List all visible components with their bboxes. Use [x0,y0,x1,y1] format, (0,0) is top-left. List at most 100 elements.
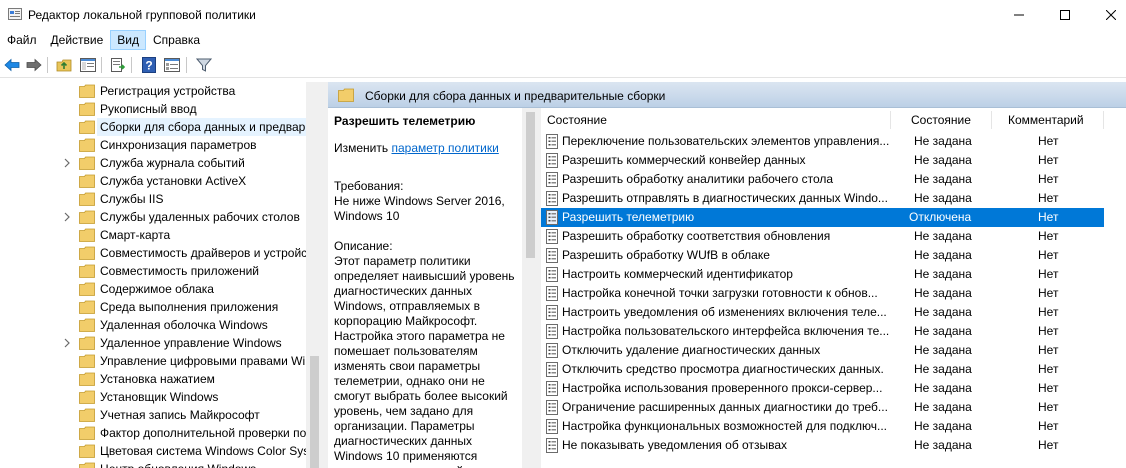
tree-item[interactable]: Совместимость приложений [0,262,306,280]
tree-item[interactable]: Синхронизация параметров [0,136,306,154]
menu-file[interactable]: Файл [0,30,44,50]
tree-item[interactable]: Среда выполнения приложения [0,298,306,316]
policy-row[interactable]: Настроить коммерческий идентификатор Не з… [541,265,1104,284]
edit-prefix: Изменить [334,141,389,155]
folder-icon [79,174,95,188]
policy-state: Не задана [914,343,972,357]
tree-item[interactable]: Управление цифровыми правами Wi [0,352,306,370]
close-button[interactable] [1088,0,1126,30]
policy-row[interactable]: Разрешить обработку WUfB в облаке Не зада… [541,246,1104,265]
back-button[interactable] [3,56,21,74]
title-bar: Редактор локальной групповой политики [0,0,1126,30]
menu-help[interactable]: Справка [146,30,207,50]
folder-icon [79,390,95,404]
policy-setting-icon [546,153,558,168]
edit-policy-link[interactable]: параметр политики [391,141,498,155]
filter-button[interactable] [195,56,213,74]
tree-item[interactable]: Смарт-карта [0,226,306,244]
tree-item[interactable]: Удаленная оболочка Windows [0,316,306,334]
expand-chevron-icon[interactable] [62,337,72,349]
column-header-state[interactable]: Состояние [911,108,971,132]
tree-scrollbar-thumb[interactable] [310,356,319,468]
policy-row[interactable]: Разрешить телеметрию Отключена Нет [541,208,1104,227]
tree-item[interactable]: Совместимость драйверов и устройс [0,244,306,262]
policy-setting-icon [546,381,558,396]
policy-row[interactable]: Не показывать уведомления об отзывах Не з… [541,436,1104,455]
details-header: Сборки для сбора данных и предварительны… [328,82,1126,108]
policy-row[interactable]: Настройка использования проверенного про… [541,379,1104,398]
folder-icon [79,138,95,152]
description-line: Windows 10 применяются [334,449,478,463]
tree-item[interactable]: Центр обновления Windows [0,460,306,468]
description-line: помешает пользователям [334,344,478,358]
policy-row[interactable]: Ограничение расширенных данных диагности… [541,398,1104,417]
show-hide-tree-button[interactable] [79,56,97,74]
tree-item[interactable]: Содержимое облака [0,280,306,298]
folder-icon [79,156,95,170]
tree-item[interactable]: Служба установки ActiveX [0,172,306,190]
tree-item[interactable]: Служба журнала событий [0,154,306,172]
group-policy-app-icon [8,8,22,20]
policy-setting-icon [546,172,558,187]
description-line: определяет наивысший уровень [334,269,515,283]
tree-item[interactable]: Установка нажатием [0,370,306,388]
policy-name: Настройка использования проверенного про… [562,381,883,395]
menu-view[interactable]: Вид [110,30,146,50]
tree-item-label: Смарт-карта [100,228,171,242]
policy-row[interactable]: Разрешить обработку аналитики рабочего с… [541,170,1104,189]
filter-icon [196,58,212,72]
tree-item[interactable]: Цветовая система Windows Color Syst [0,442,306,460]
policy-comment: Нет [1038,191,1059,205]
maximize-button[interactable] [1042,0,1088,30]
folder-icon [79,336,95,350]
tree-item[interactable]: Рукописный ввод [0,100,306,118]
description-scrollbar[interactable] [522,108,539,468]
description-scrollbar-thumb[interactable] [526,112,535,258]
policy-name: Настроить коммерческий идентификатор [562,267,793,281]
tree-item-label: Центр обновления Windows [97,460,259,468]
policy-row[interactable]: Разрешить отправлять в диагностических д… [541,189,1104,208]
policy-setting-icon [546,286,558,301]
policy-row[interactable]: Переключение пользовательских элементов … [541,132,1104,151]
tree-item-label: Синхронизация параметров [100,138,257,152]
tree-item[interactable]: Службы IIS [0,190,306,208]
policy-name: Разрешить обработку WUfB в облаке [562,248,770,262]
minimize-button[interactable] [996,0,1042,30]
policy-row[interactable]: Отключить удаление диагностических данны… [541,341,1104,360]
forward-arrow-icon [26,58,42,72]
description-line: Настройка этого параметра не [334,329,505,343]
policy-comment: Нет [1038,248,1059,262]
help-button[interactable]: ? [140,56,158,74]
up-one-level-button[interactable] [55,56,73,74]
policy-row[interactable]: Настройка конечной точки загрузки готовн… [541,284,1104,303]
policy-comment: Нет [1038,172,1059,186]
folder-icon [79,408,95,422]
expand-chevron-icon[interactable] [62,211,72,223]
policy-row[interactable]: Разрешить коммерческий конвейер данных Не… [541,151,1104,170]
column-header-setting[interactable]: Состояние [547,108,607,132]
policy-row[interactable]: Настройка функциональных возможностей дл… [541,417,1104,436]
policy-row[interactable]: Отключить средство просмотра диагностиче… [541,360,1104,379]
tree-scrollbar[interactable] [306,82,323,468]
tree-item-label: Удаленное управление Windows [100,336,282,350]
tree-item[interactable]: Регистрация устройства [0,82,306,100]
tree-item[interactable]: Установщик Windows [0,388,306,406]
policy-setting-icon [546,191,558,206]
policy-row[interactable]: Настроить уведомления об изменениях вклю… [541,303,1104,322]
tree-item[interactable]: Фактор дополнительной проверки по [0,424,306,442]
forward-button[interactable] [25,56,43,74]
policy-setting-icon [546,248,558,263]
expand-chevron-icon[interactable] [62,157,72,169]
column-header-comment[interactable]: Комментарий [1008,108,1084,132]
tree-item[interactable]: Учетная запись Майкрософт [0,406,306,424]
properties-view-button[interactable] [163,56,181,74]
export-list-button[interactable] [109,56,127,74]
folder-icon [79,264,95,278]
policy-row[interactable]: Разрешить обработку соответствия обновле… [541,227,1104,246]
tree-item[interactable]: Службы удаленных рабочих столов [0,208,306,226]
policy-row[interactable]: Настройка пользовательского интерфейса в… [541,322,1104,341]
policy-state: Не задана [914,400,972,414]
menu-action[interactable]: Действие [44,30,111,50]
tree-item[interactable]: Удаленное управление Windows [0,334,306,352]
tree-item[interactable]: Сборки для сбора данных и предвари [0,118,306,136]
